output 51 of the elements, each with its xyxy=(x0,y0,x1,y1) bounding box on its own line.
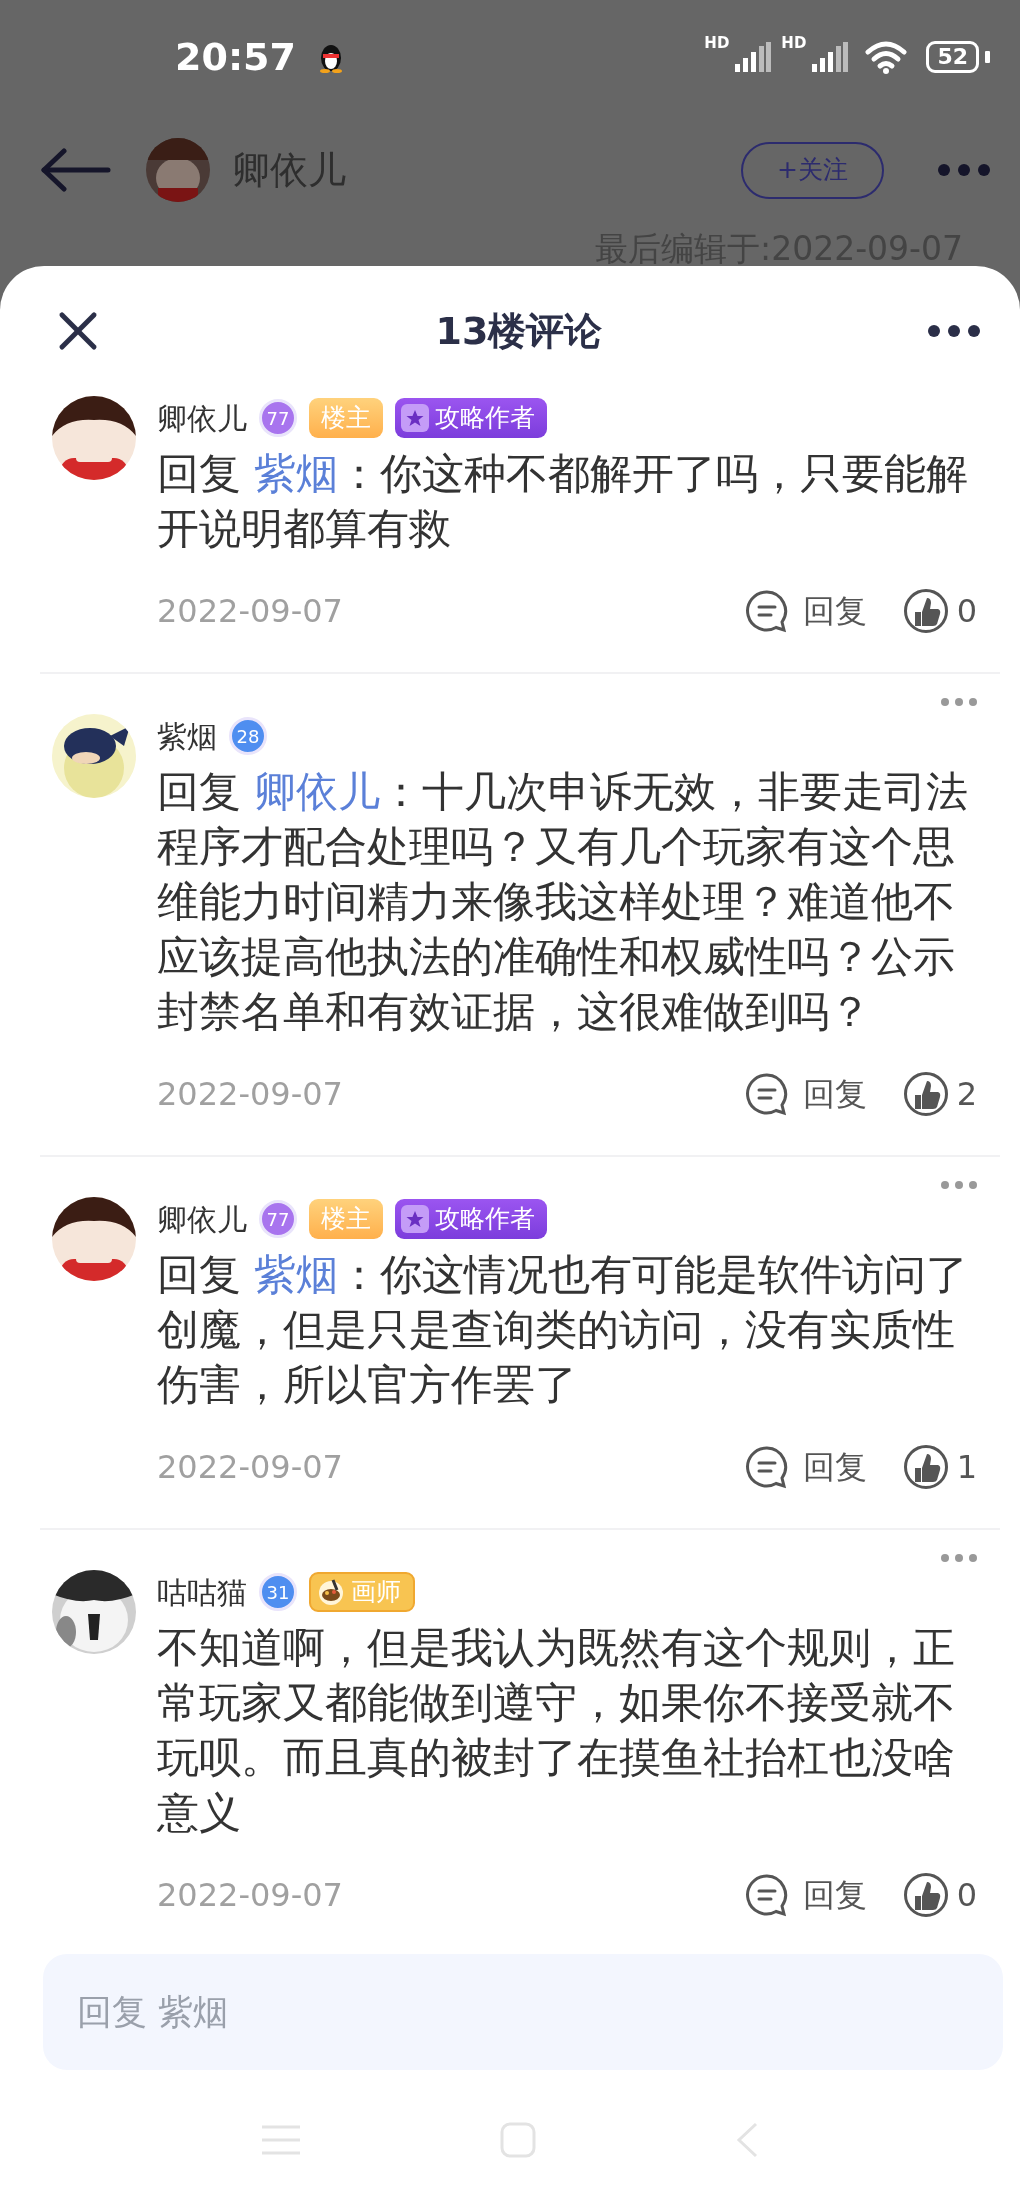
user-link[interactable]: 卿依儿 xyxy=(254,767,381,816)
speech-bubble-icon xyxy=(744,1445,789,1489)
comment-date: 2022-09-07 xyxy=(157,1074,343,1115)
battery-level: 52 xyxy=(926,41,979,73)
wifi-icon xyxy=(864,40,909,74)
reply-button[interactable]: 回复 xyxy=(744,1443,867,1491)
thumbs-up-icon xyxy=(902,588,949,634)
level-badge: 77 xyxy=(259,1200,297,1238)
like-button[interactable]: 0 xyxy=(902,1871,977,1919)
palette-icon xyxy=(317,1578,345,1606)
level-badge: 28 xyxy=(229,717,267,755)
comment-text: 不知道啊，但是我认为既然有这个规则，正常玩家又都能做到遵守，如果你不接受就不玩呗。而且真的被封了在摸鱼社抬杠也没啥意义 xyxy=(157,1622,956,1839)
user-name[interactable]: 紫烟 xyxy=(157,713,217,759)
host-tag: 楼主 xyxy=(309,398,383,438)
user-name[interactable]: 咕咕猫 xyxy=(157,1569,247,1615)
like-button[interactable]: 0 xyxy=(902,587,977,635)
thumbs-up-icon xyxy=(902,1872,949,1918)
close-icon[interactable] xyxy=(58,311,98,351)
thumbs-up-icon xyxy=(902,1071,949,1117)
clock-time: 20:57 xyxy=(175,33,296,81)
network-label: HD xyxy=(704,36,730,51)
like-button[interactable]: 2 xyxy=(902,1070,977,1118)
level-badge: 77 xyxy=(259,399,297,437)
signal-icon xyxy=(735,42,772,72)
host-tag: 楼主 xyxy=(309,1199,383,1239)
signal-icon xyxy=(812,42,849,72)
comment-date: 2022-09-07 xyxy=(157,1875,343,1916)
user-name[interactable]: 卿依儿 xyxy=(157,396,247,441)
level-badge: 31 xyxy=(259,1573,297,1611)
more-icon[interactable] xyxy=(928,325,980,337)
reply-input[interactable]: 回复 紫烟 xyxy=(43,1954,1003,2070)
reply-button[interactable]: 回复 xyxy=(744,1070,867,1118)
author-name: 卿依儿 xyxy=(232,146,346,194)
comment-date: 2022-09-07 xyxy=(157,1447,343,1488)
comment-text: 回复 紫烟：你这情况也有可能是软件访问了创魔，但是只是查询类的访问，没有实质性伤害，所以官方作罢了 xyxy=(157,1249,970,1411)
like-button[interactable]: 1 xyxy=(902,1443,977,1491)
sheet-title: 13楼评论 xyxy=(435,307,603,355)
comment-date: 2022-09-07 xyxy=(157,591,343,632)
user-link[interactable]: 紫烟 xyxy=(254,1250,339,1299)
speech-bubble-icon xyxy=(744,1873,789,1917)
user-link[interactable]: 紫烟 xyxy=(254,449,339,498)
thumbs-up-icon xyxy=(902,1444,949,1490)
comment-text: 回复 紫烟：你这种不都解开了吗，只要能解开说明都算有救 xyxy=(157,448,970,555)
speech-bubble-icon xyxy=(744,1072,789,1116)
comment-text: 回复 卿依儿：十几次申诉无效，非要走司法程序才配合处理吗？又有几个玩家有这个思维能力时间精力来像我这样处理？难道他不应该提高他执法的准确性和权威性吗？公示封禁名单和有效证据，这很难做到吗？ xyxy=(157,766,970,1038)
reply-button[interactable]: 回复 xyxy=(744,1871,867,1919)
user-name[interactable]: 卿依儿 xyxy=(157,1196,247,1242)
reply-button[interactable]: 回复 xyxy=(744,587,867,635)
battery-tip-icon xyxy=(985,51,990,63)
speech-bubble-icon xyxy=(744,589,789,633)
network-label: HD xyxy=(781,36,807,51)
